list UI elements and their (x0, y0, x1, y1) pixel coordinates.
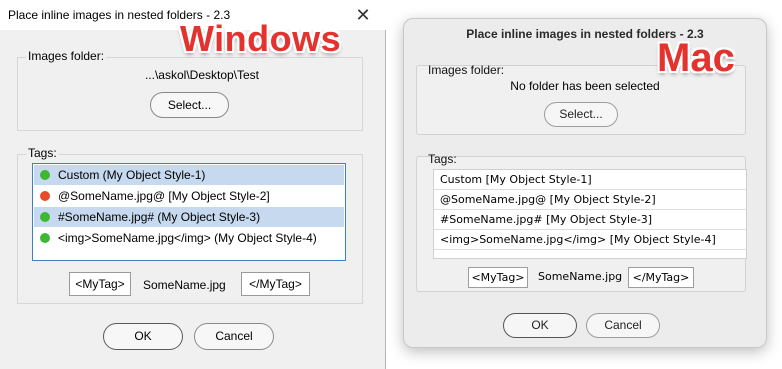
windows-platform-badge: Windows (180, 18, 342, 59)
folder-status: No folder has been selected (510, 79, 660, 93)
tag-list-item[interactable]: #SomeName.jpg# [My Object Style-3] (434, 210, 746, 230)
images-folder-label: Images folder: (26, 49, 107, 63)
open-tag-button[interactable]: <MyTag> (69, 272, 131, 296)
cancel-button[interactable]: Cancel (586, 313, 660, 338)
file-name-label: SomeName.jpg (143, 278, 226, 292)
tag-list-item[interactable]: #SomeName.jpg# (My Object Style-3) (34, 207, 344, 227)
tag-label: @SomeName.jpg@ [My Object Style-2] (58, 189, 270, 203)
ok-button[interactable]: OK (103, 323, 183, 350)
select-button[interactable]: Select... (544, 102, 618, 127)
tags-list[interactable]: Custom [My Object Style-1] @SomeName.jpg… (433, 169, 747, 259)
open-tag-button[interactable]: <MyTag> (468, 267, 528, 288)
status-dot-icon (40, 233, 50, 243)
tag-list-item[interactable]: @SomeName.jpg@ [My Object Style-2] (434, 190, 746, 210)
tag-list-item[interactable]: Custom (My Object Style-1) (34, 165, 344, 185)
tag-list-item[interactable]: @SomeName.jpg@ [My Object Style-2] (34, 186, 344, 206)
tag-list-item[interactable]: <img>SomeName.jpg</img> [My Object Style… (434, 230, 746, 250)
close-tag-button[interactable]: </MyTag> (628, 267, 694, 288)
cancel-button[interactable]: Cancel (194, 323, 274, 350)
tag-label: Custom (My Object Style-1) (58, 168, 206, 182)
tags-label: Tags: (26, 146, 59, 160)
tag-list-item[interactable]: <img>SomeName.jpg</img> (My Object Style… (34, 228, 344, 248)
tag-label: <img>SomeName.jpg</img> (My Object Style… (58, 231, 317, 245)
file-name-label: SomeName.jpg (538, 270, 623, 283)
status-dot-icon (40, 212, 50, 222)
tag-list-item[interactable]: Custom [My Object Style-1] (434, 170, 746, 190)
close-tag-button[interactable]: </MyTag> (241, 272, 310, 296)
status-dot-icon (40, 191, 50, 201)
tag-label: #SomeName.jpg# (My Object Style-3) (58, 210, 261, 224)
status-dot-icon (40, 170, 50, 180)
close-icon[interactable]: ✕ (352, 4, 374, 26)
images-folder-label: Images folder: (428, 63, 505, 77)
folder-path: ...\askol\Desktop\Test (144, 68, 260, 82)
tags-label: Tags: (428, 152, 457, 166)
mac-platform-badge: Mac (657, 36, 735, 80)
select-button[interactable]: Select... (150, 92, 229, 118)
ok-button[interactable]: OK (503, 313, 577, 338)
tags-list[interactable]: Custom (My Object Style-1) @SomeName.jpg… (32, 163, 346, 261)
